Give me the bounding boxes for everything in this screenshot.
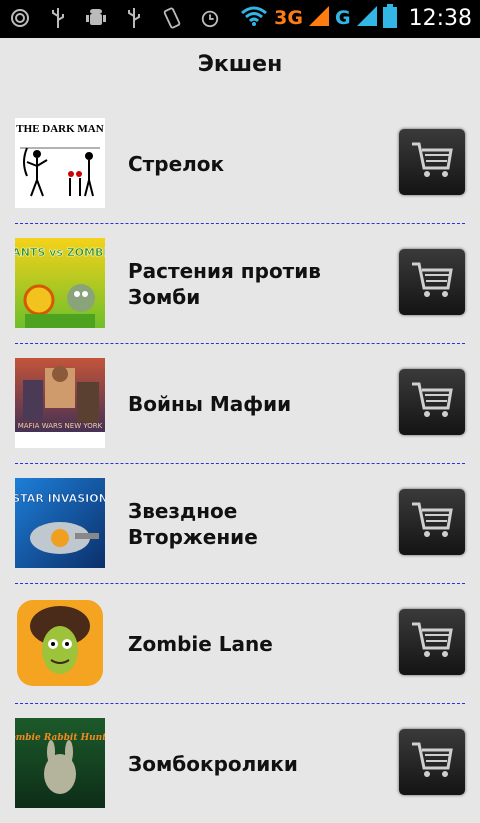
cart-button[interactable] bbox=[399, 369, 465, 435]
thumb-text: MAFIA WARS NEW YORK bbox=[18, 422, 103, 430]
cart-icon bbox=[410, 620, 454, 664]
cart-icon bbox=[410, 500, 454, 544]
list-item[interactable]: PLANTS vs ZOMBIES Растения против Зомби bbox=[15, 224, 465, 344]
app-thumbnail bbox=[15, 598, 105, 688]
app-thumbnail: THE DARK MAN bbox=[15, 118, 105, 208]
cart-button[interactable] bbox=[399, 129, 465, 195]
alarm-icon bbox=[200, 6, 220, 30]
network-3g-label: 3G bbox=[274, 7, 303, 29]
app-title: Звездное Вторжение bbox=[128, 498, 258, 549]
clock: 12:38 bbox=[408, 5, 472, 31]
list-item[interactable]: THE DARK MAN Стрелок bbox=[15, 104, 465, 224]
thumb-text: Zombie Rabbit Hunter bbox=[15, 733, 105, 743]
app-title: Зомбокролики bbox=[128, 751, 298, 776]
app-thumbnail: STAR INVASION bbox=[15, 478, 105, 568]
app-list: THE DARK MAN Стрелок PLANTS vs ZOMBIES bbox=[0, 104, 480, 823]
app-thumbnail: PLANTS vs ZOMBIES bbox=[15, 238, 105, 328]
network-g-label: G bbox=[334, 7, 351, 29]
usb-icon bbox=[48, 6, 68, 30]
app-thumbnail: Zombie Rabbit Hunter bbox=[15, 718, 105, 808]
list-item[interactable]: STAR INVASION Звездное Вторжение bbox=[15, 464, 465, 584]
status-bar: 3G G 12:38 bbox=[0, 0, 480, 38]
app-title: Войны Мафии bbox=[128, 391, 292, 416]
app-title: Zombie Lane bbox=[128, 631, 273, 656]
cart-icon bbox=[410, 380, 454, 424]
app-title: Стрелок bbox=[128, 151, 225, 176]
list-item[interactable]: Zombie Lane bbox=[15, 584, 465, 704]
page-title: Экшен bbox=[197, 51, 283, 77]
signal-3g-icon bbox=[308, 6, 329, 30]
thumb-text: THE DARK MAN bbox=[16, 123, 103, 135]
battery-icon bbox=[382, 4, 397, 32]
android-debug-icon bbox=[86, 6, 106, 30]
app-title: Растения против Зомби bbox=[128, 258, 321, 309]
app-thumbnail: MAFIA WARS NEW YORK bbox=[15, 358, 105, 448]
signal-g-icon bbox=[356, 6, 377, 30]
thumb-text: STAR INVASION bbox=[15, 492, 105, 505]
list-item[interactable]: MAFIA WARS NEW YORK Войны Мафии bbox=[15, 344, 465, 464]
cart-icon bbox=[410, 260, 454, 304]
cart-button[interactable] bbox=[399, 609, 465, 675]
cart-button[interactable] bbox=[399, 729, 465, 795]
vibrate-icon bbox=[162, 6, 182, 30]
cart-icon bbox=[410, 740, 454, 784]
cart-icon bbox=[410, 140, 454, 184]
list-item[interactable]: Zombie Rabbit Hunter Зомбокролики bbox=[15, 704, 465, 823]
cart-button[interactable] bbox=[399, 489, 465, 555]
target-icon bbox=[10, 6, 30, 30]
usb-icon bbox=[124, 6, 144, 30]
wifi-icon bbox=[240, 5, 268, 31]
cart-button[interactable] bbox=[399, 249, 465, 315]
thumb-text: PLANTS vs ZOMBIES bbox=[15, 246, 105, 259]
